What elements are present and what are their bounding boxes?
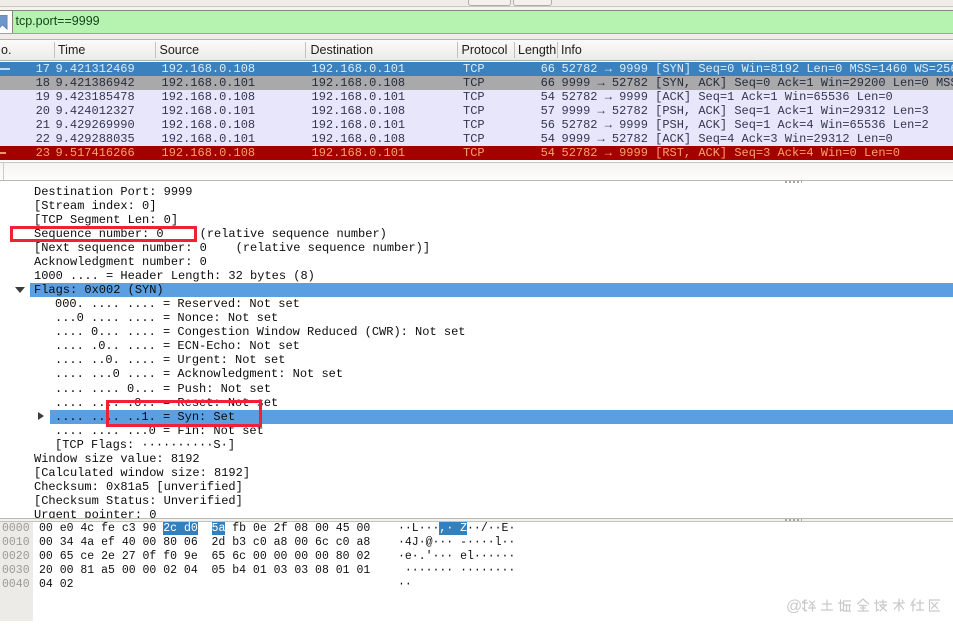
svg-text:@: @ (786, 598, 802, 615)
